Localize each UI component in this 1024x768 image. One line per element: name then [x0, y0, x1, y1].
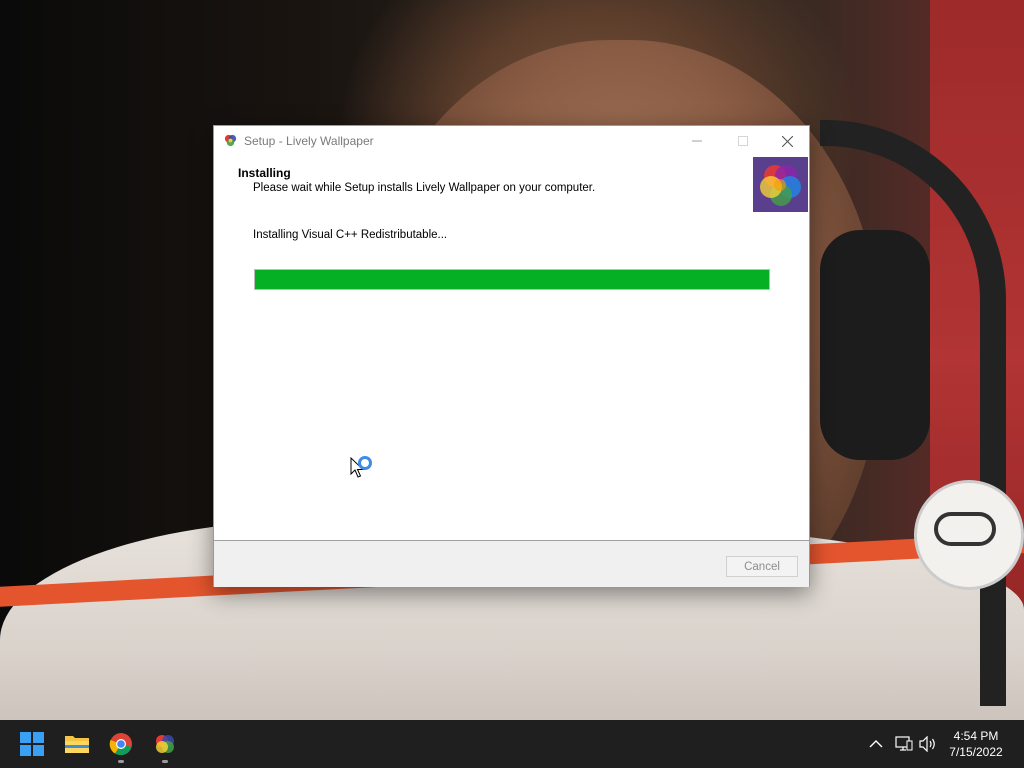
clock-time: 4:54 PM [953, 729, 999, 743]
cancel-button[interactable]: Cancel [726, 556, 798, 577]
maximize-icon [738, 136, 748, 146]
progress-bar [254, 269, 770, 290]
lively-wallpaper-button[interactable] [151, 730, 179, 758]
window-title: Setup - Lively Wallpaper [244, 134, 374, 148]
file-explorer-button[interactable] [63, 730, 91, 758]
lively-app-icon [224, 134, 237, 147]
wallpaper-headphone-band [820, 120, 1006, 706]
chrome-button[interactable] [107, 730, 135, 758]
clock-date: 7/15/2022 [949, 745, 1003, 759]
close-button[interactable] [764, 126, 810, 156]
busy-cursor-icon [350, 456, 372, 478]
show-hidden-icons-button[interactable] [866, 734, 886, 754]
system-clock[interactable]: 4:54 PM 7/15/2022 [940, 728, 1012, 760]
page-subtitle: Please wait while Setup installs Lively … [253, 182, 596, 194]
minimize-icon [692, 140, 702, 142]
wizard-header: Installing Please wait while Setup insta… [214, 156, 809, 216]
lively-logo-icon [753, 157, 808, 212]
chrome-running-indicator [118, 760, 124, 763]
volume-icon [919, 736, 935, 752]
lively-running-indicator [162, 760, 168, 763]
chrome-icon [109, 733, 132, 756]
progress-fill [255, 270, 769, 289]
gamepad-icon [934, 512, 996, 546]
minimize-button[interactable] [674, 126, 720, 156]
volume-button[interactable] [918, 734, 938, 754]
chevron-up-icon [869, 740, 883, 748]
lively-wallpaper-icon [156, 735, 174, 753]
maximize-button[interactable] [720, 126, 766, 156]
taskbar: 4:54 PM 7/15/2022 [0, 720, 1024, 768]
file-explorer-icon [65, 736, 89, 753]
start-icon [20, 732, 44, 756]
title-bar[interactable]: Setup - Lively Wallpaper [214, 126, 809, 156]
status-text: Installing Visual C++ Redistributable... [253, 229, 448, 241]
setup-window: Setup - Lively Wallpaper Installing Plea… [213, 125, 810, 587]
wizard-footer: Cancel [214, 540, 809, 587]
network-button[interactable] [894, 734, 914, 754]
close-icon [781, 135, 793, 147]
page-title: Installing [238, 166, 291, 180]
network-icon [895, 736, 913, 751]
start-button[interactable] [18, 730, 46, 758]
